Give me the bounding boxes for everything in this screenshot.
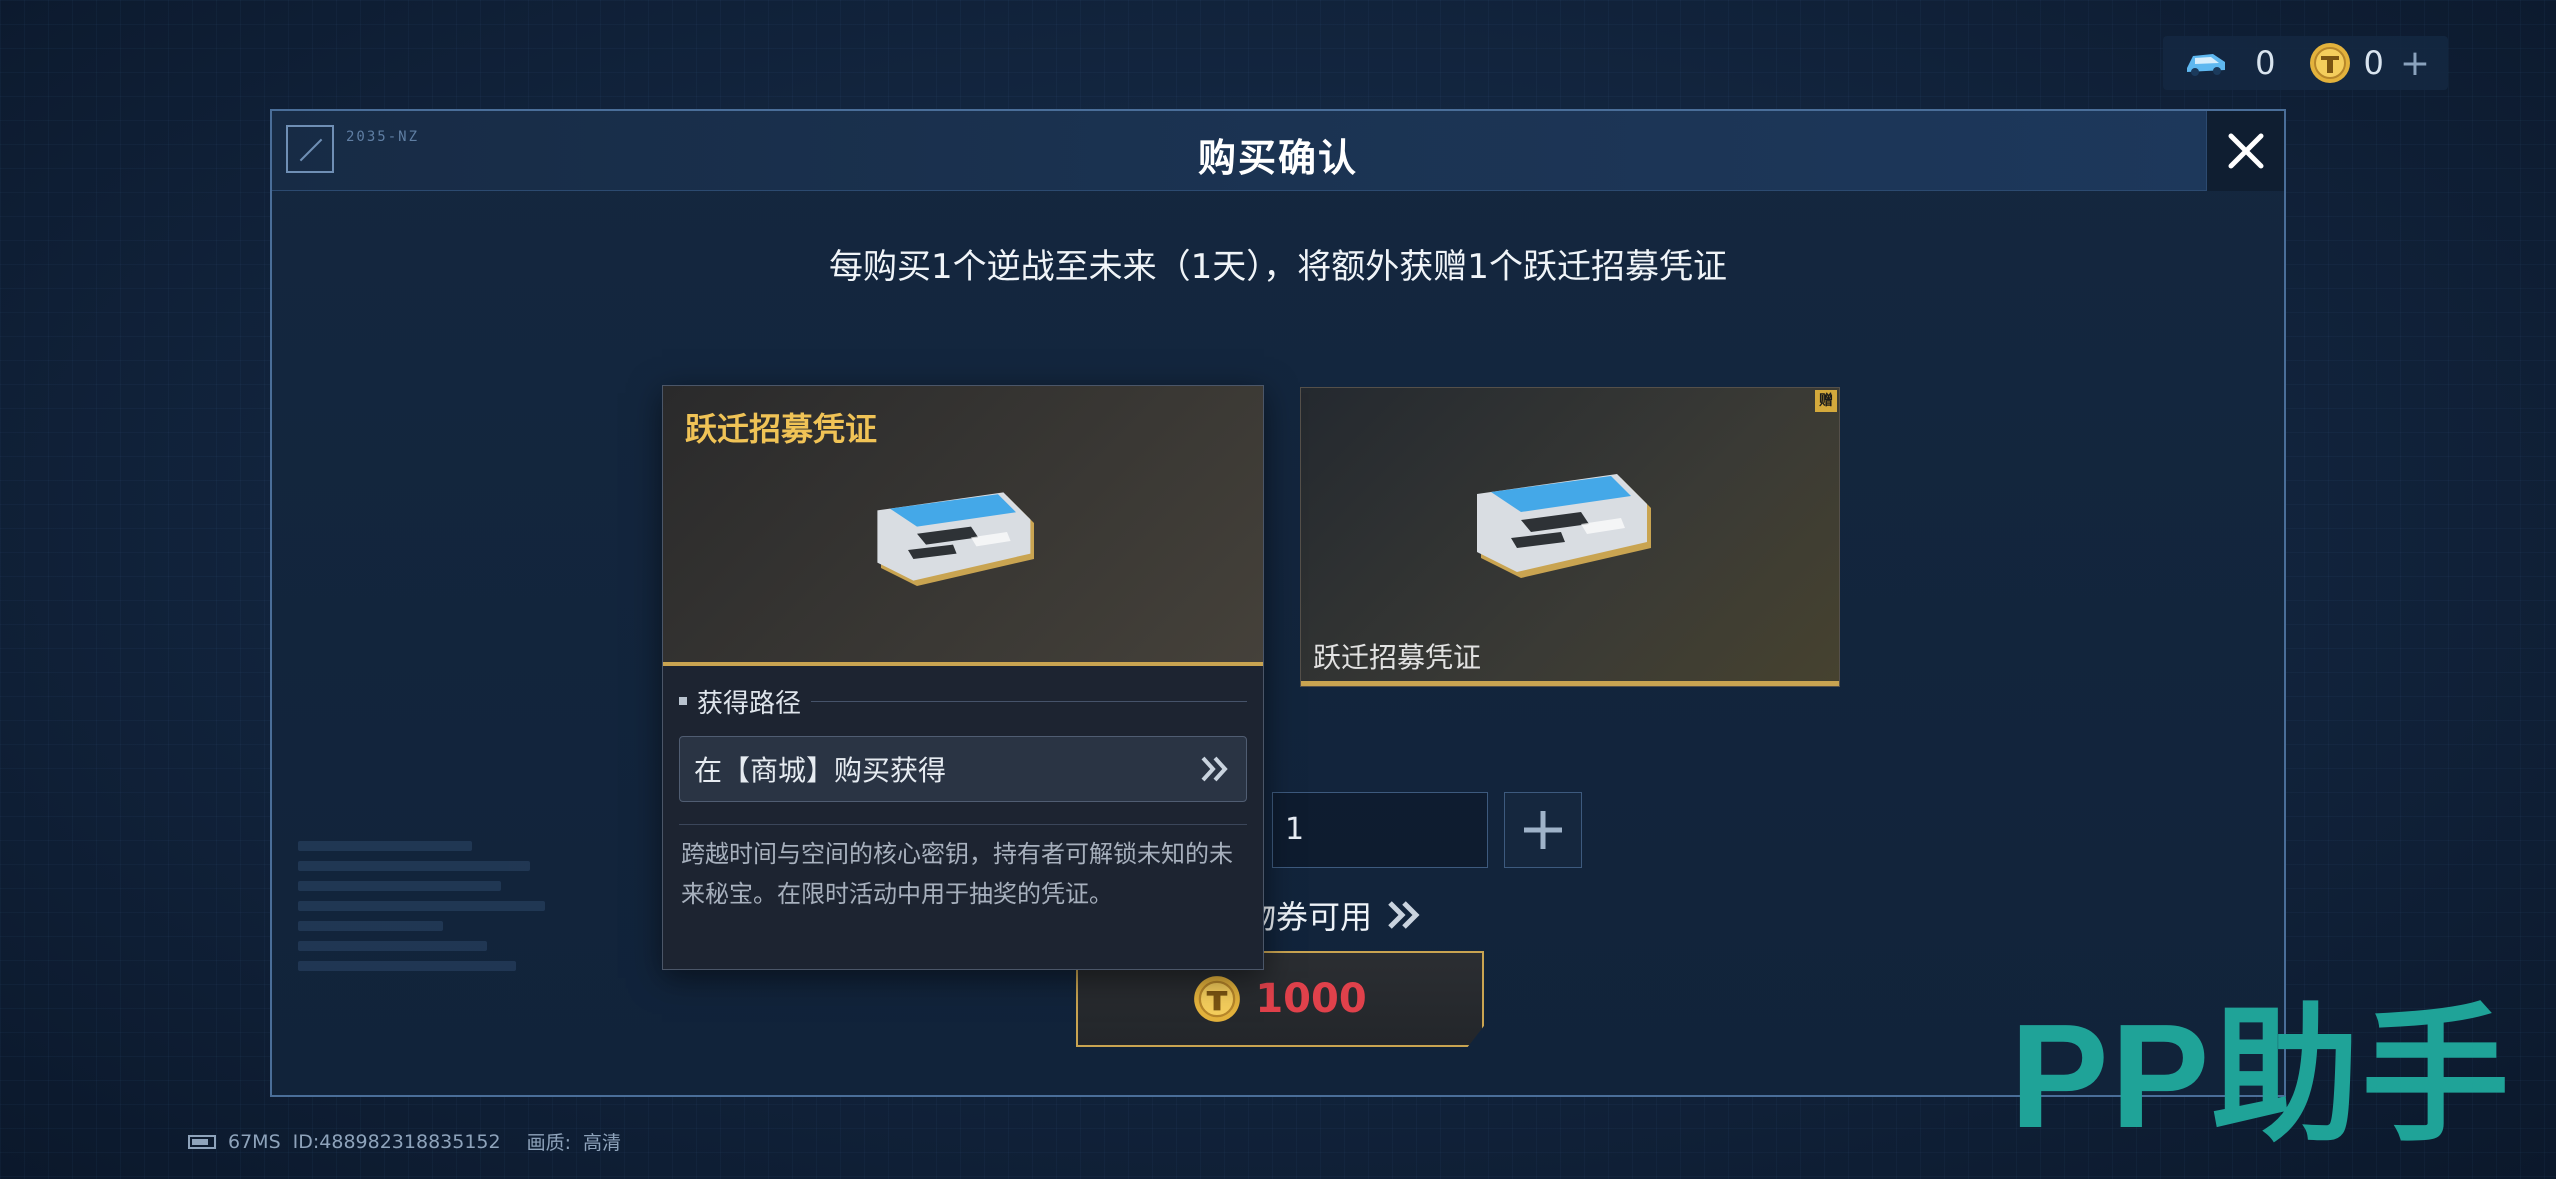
latency-text: 67MS <box>228 1130 281 1153</box>
add-currency-button[interactable]: + <box>2400 43 2430 84</box>
double-chevron-right-icon <box>1201 756 1228 782</box>
tooltip-item-image: 跃迁招募凭证 <box>663 386 1263 666</box>
hud-decoration <box>298 831 588 1081</box>
battery-icon <box>188 1134 216 1149</box>
gift-tag: 赠 <box>1815 390 1837 412</box>
watermark-logo: PP助手 <box>2010 994 2512 1159</box>
car-ticket-icon <box>2187 54 2226 76</box>
close-button[interactable] <box>2206 111 2284 191</box>
quantity-plus-button[interactable] <box>1504 792 1582 868</box>
gold-coin-icon <box>2310 43 2351 83</box>
quality-value: 高清 <box>583 1132 622 1154</box>
quantity-input[interactable]: 1 <box>1272 792 1488 868</box>
shop-route-label: 在【商城】购买获得 <box>694 754 947 787</box>
bullet-square <box>679 697 687 705</box>
currency-bar: 0 0 + <box>2163 36 2448 90</box>
obtain-route-section: 获得路径 <box>679 686 1247 719</box>
dialog-title: 购买确认 <box>1197 136 1358 180</box>
shop-route-button[interactable]: 在【商城】购买获得 <box>679 736 1247 802</box>
ticket-count: 0 <box>2255 44 2276 82</box>
price-value: 1000 <box>1255 976 1367 1022</box>
obtain-route-label: 获得路径 <box>697 688 802 719</box>
recruit-ticket-icon <box>1477 474 1651 578</box>
plus-icon <box>1524 811 1562 849</box>
close-icon <box>2228 133 2263 169</box>
coin-currency[interactable]: 0 <box>2309 42 2384 84</box>
double-chevron-right-icon <box>1388 901 1420 929</box>
status-bar: 67MS ID:488982318835152 画质: 高清 <box>188 1128 621 1155</box>
player-id-text: ID:488982318835152 <box>292 1130 501 1153</box>
promo-text: 每购买1个逆战至未来（1天），将额外获赠1个跃迁招募凭证 <box>829 247 1727 287</box>
gift-item-name: 跃迁招募凭证 <box>1313 641 1482 674</box>
tooltip-divider <box>679 824 1247 825</box>
coin-count: 0 <box>2363 44 2384 82</box>
item-tooltip: 跃迁招募凭证 获得路径 在【商城】购买获得 跨越时间与空间的核心密钥，持有者可解… <box>662 385 1264 970</box>
dialog-header: 2035-NZ 购买确认 <box>272 111 2284 191</box>
gift-item-card[interactable]: 赠 跃迁招募凭证 <box>1300 387 1840 687</box>
quality-label: 画质: <box>526 1132 572 1154</box>
ticket-currency[interactable]: 0 <box>2183 44 2275 82</box>
recruit-ticket-icon <box>877 492 1034 586</box>
section-divider <box>811 700 1247 702</box>
tooltip-description: 跨越时间与空间的核心密钥，持有者可解锁未知的未来秘宝。在限时活动中用于抽奖的凭证… <box>681 840 1233 908</box>
gift-card-accent <box>1301 681 1839 686</box>
tooltip-title: 跃迁招募凭证 <box>685 410 878 448</box>
gold-coin-icon <box>1194 976 1241 1022</box>
purchase-confirm-dialog: 2035-NZ 购买确认 每购买1个逆战至未来（1天），将额外获赠1个跃迁招募凭… <box>270 109 2286 1097</box>
